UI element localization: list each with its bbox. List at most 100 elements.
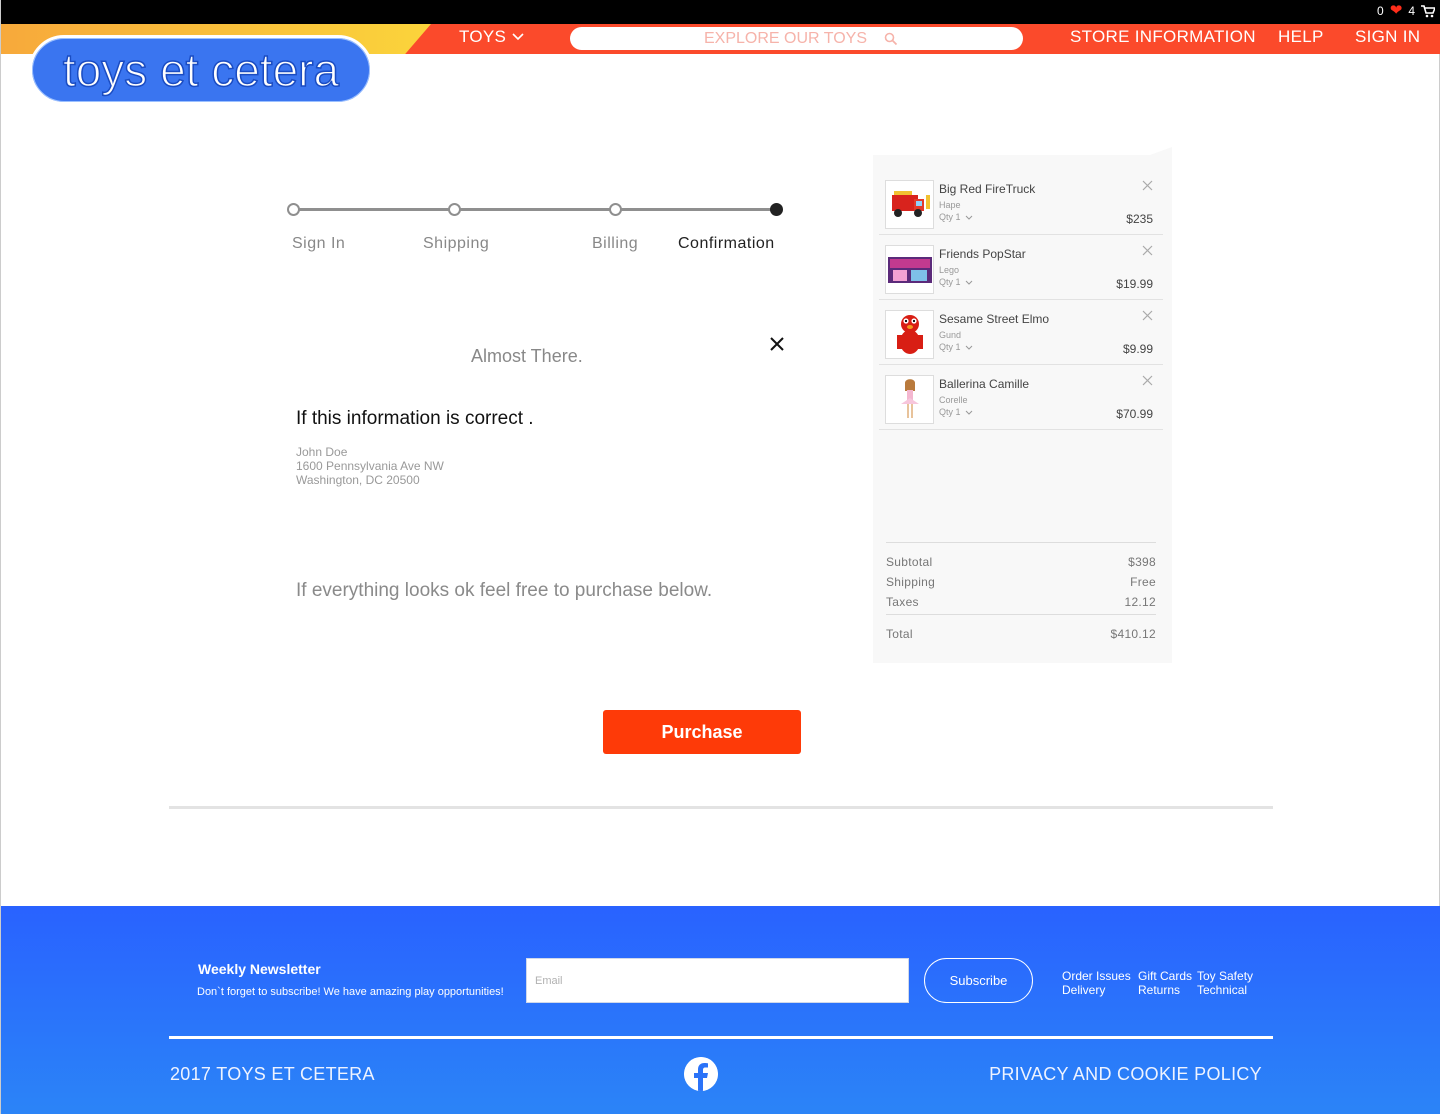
footer-link-gift-cards[interactable]: Gift Cards [1138, 969, 1192, 983]
step-label-billing[interactable]: Billing [592, 235, 638, 253]
footer-link-technical[interactable]: Technical [1197, 983, 1253, 997]
newsletter-email-input[interactable] [526, 958, 909, 1003]
chevron-down-icon [965, 280, 972, 285]
checkout-stepper: Sign In Shipping Billing Confirmation [287, 200, 787, 260]
cart-item-price: $235 [1126, 212, 1153, 226]
shipping-row: Shipping Free [886, 572, 1156, 592]
footer-link-order-issues[interactable]: Order Issues [1062, 969, 1131, 983]
cart-totals: Subtotal $398 Shipping Free Taxes 12.12 … [886, 542, 1156, 652]
shipping-address: John Doe 1600 Pennsylvania Ave NW Washin… [296, 445, 444, 487]
chevron-down-icon [965, 410, 972, 415]
remove-item-icon[interactable] [1142, 375, 1153, 386]
copyright: 2017 TOYS ET CETERA [170, 1064, 375, 1084]
cart-item-name[interactable]: Big Red FireTruck [939, 182, 1035, 196]
footer: Weekly Newsletter Don`t forget to subscr… [1, 906, 1440, 1114]
footer-link-returns[interactable]: Returns [1138, 983, 1192, 997]
close-icon[interactable] [768, 335, 786, 353]
popstar-thumbnail[interactable] [885, 245, 934, 294]
likes-count-left: 0 [1377, 4, 1384, 18]
subtotal-value: $398 [1128, 555, 1156, 569]
nav-store-information[interactable]: STORE INFORMATION [1070, 27, 1256, 47]
total-label: Total [886, 626, 913, 641]
cart-item-price: $19.99 [1116, 277, 1153, 291]
cart-item-brand: Lego [939, 265, 960, 275]
nav-sign-in[interactable]: SIGN IN [1355, 27, 1420, 47]
qty-select[interactable]: Qty 1 [939, 212, 973, 222]
footer-link-delivery[interactable]: Delivery [1062, 983, 1131, 997]
likes-count-right: 4 [1408, 4, 1415, 18]
search-bar[interactable] [570, 27, 1023, 50]
shipping-value: Free [1130, 575, 1156, 589]
search-icon[interactable] [884, 32, 898, 46]
taxes-row: Taxes 12.12 [886, 592, 1156, 612]
footer-rule [169, 1036, 1273, 1039]
ballerina-thumbnail[interactable] [885, 375, 934, 424]
address-name: John Doe [296, 445, 348, 459]
cart-item-price: $9.99 [1122, 342, 1153, 356]
chevron-down-icon [512, 33, 524, 41]
cart-panel-tab [1150, 147, 1172, 155]
subscribe-button[interactable]: Subscribe [924, 958, 1033, 1003]
qty-select[interactable]: Qty 1 [939, 407, 973, 417]
info-title: If this information is correct . [296, 408, 534, 429]
cart-item: Big Red FireTruck Hape Qty 1 $235 [879, 170, 1163, 235]
cart-item-name[interactable]: Ballerina Camille [939, 377, 1029, 391]
footer-links-col1: Order Issues Delivery [1062, 969, 1131, 997]
step-label-sign-in[interactable]: Sign In [292, 235, 345, 253]
confirmation-heading: Almost There. [471, 346, 583, 366]
qty-select[interactable]: Qty 1 [939, 342, 973, 352]
top-strip: 0 ❤ 4 [1, 0, 1440, 24]
qty-select[interactable]: Qty 1 [939, 277, 973, 287]
shipping-label: Shipping [886, 575, 936, 589]
newsletter-subtitle: Don`t forget to subscribe! We have amazi… [197, 986, 504, 998]
content-divider [169, 806, 1273, 809]
footer-links-col3: Toy Safety Technical [1197, 969, 1253, 997]
chevron-down-icon [965, 345, 972, 350]
elmo-thumbnail[interactable] [885, 310, 934, 359]
address-street: 1600 Pennsylvania Ave NW [296, 459, 444, 473]
step-dot-confirmation[interactable] [770, 203, 783, 216]
taxes-value: 12.12 [1124, 595, 1156, 609]
cart-item: Friends PopStar Lego Qty 1 $19.99 [879, 235, 1163, 300]
footer-links-col2: Gift Cards Returns [1138, 969, 1192, 997]
purchase-button[interactable]: Purchase [603, 710, 801, 754]
cart-item-name[interactable]: Sesame Street Elmo [939, 312, 1049, 326]
top-counts: 0 ❤ 4 [1377, 3, 1435, 18]
total-value: $410.12 [1110, 626, 1156, 641]
cart-item: Ballerina Camille Corelle Qty 1 $70.99 [879, 365, 1163, 430]
nav-toys-dropdown[interactable]: TOYS [459, 27, 524, 47]
checkout-page: 0 ❤ 4 TOYS STORE INFORMATION HELP SIGN I… [0, 0, 1440, 1114]
search-input[interactable] [695, 29, 876, 48]
nav-toys-label: TOYS [459, 27, 507, 46]
step-dot-billing[interactable] [609, 203, 622, 216]
total-row: Total $410.12 [886, 614, 1156, 652]
firetruck-thumbnail[interactable] [885, 180, 934, 229]
step-dot-sign-in[interactable] [287, 203, 300, 216]
remove-item-icon[interactable] [1142, 180, 1153, 191]
privacy-cookie-policy-link[interactable]: PRIVACY AND COOKIE POLICY [989, 1064, 1262, 1085]
step-label-shipping[interactable]: Shipping [423, 235, 489, 253]
remove-item-icon[interactable] [1142, 245, 1153, 256]
chevron-down-icon [965, 215, 972, 220]
qty-label: Qty 1 [939, 342, 961, 352]
qty-label: Qty 1 [939, 212, 961, 222]
stepper-line [293, 208, 777, 211]
logo-text: toys et cetera [62, 43, 340, 97]
purchase-note: If everything looks ok feel free to purc… [296, 580, 713, 601]
cart-item-name[interactable]: Friends PopStar [939, 247, 1026, 261]
heart-icon[interactable]: ❤ [1390, 3, 1403, 18]
cart-summary-panel: Big Red FireTruck Hape Qty 1 $235 Friend… [873, 147, 1172, 663]
subtotal-label: Subtotal [886, 555, 933, 569]
cart-icon[interactable] [1421, 4, 1435, 18]
qty-label: Qty 1 [939, 277, 961, 287]
facebook-icon[interactable] [684, 1057, 718, 1091]
step-dot-shipping[interactable] [448, 203, 461, 216]
site-logo[interactable]: toys et cetera [29, 35, 373, 105]
cart-item-price: $70.99 [1116, 407, 1153, 421]
nav-help[interactable]: HELP [1278, 27, 1324, 47]
remove-item-icon[interactable] [1142, 310, 1153, 321]
footer-link-toy-safety[interactable]: Toy Safety [1197, 969, 1253, 983]
taxes-label: Taxes [886, 595, 919, 609]
step-label-confirmation[interactable]: Confirmation [678, 235, 775, 253]
qty-label: Qty 1 [939, 407, 961, 417]
